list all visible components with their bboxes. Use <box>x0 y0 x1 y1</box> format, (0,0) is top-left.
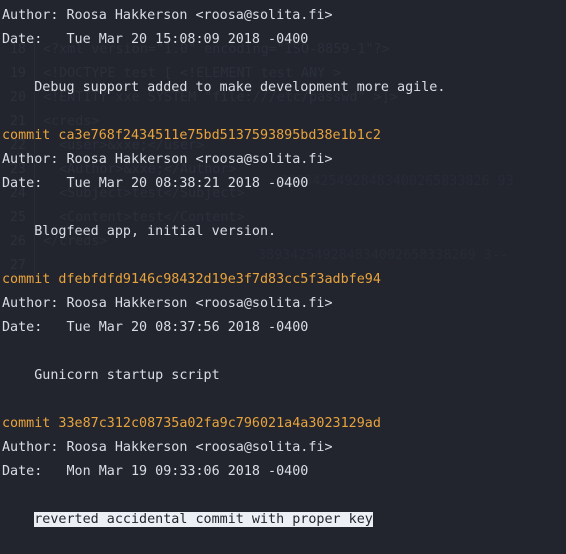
commit-author-line: Author: Roosa Hakkerson <roosa@solita.fi… <box>2 8 333 23</box>
terminal-window[interactable]: 18 <?xml version="1.0" encoding="ISO-8859… <box>0 0 566 554</box>
commit-hash-line: commit 33e87c312c08735a02fa9c796021a4a30… <box>2 416 381 431</box>
commit-date-line: Date: Tue Mar 20 08:37:56 2018 -0400 <box>2 320 309 335</box>
commit-message-line: Blogfeed app, initial version. <box>2 224 277 239</box>
commit-message-line: Gunicorn startup script <box>2 368 220 383</box>
commit-date-line: Date: Tue Mar 20 15:08:09 2018 -0400 <box>2 32 309 47</box>
selected-text[interactable]: reverted accidental commit with proper k… <box>34 512 373 527</box>
commit-author-line: Author: Roosa Hakkerson <roosa@solita.fi… <box>2 440 333 455</box>
commit-message-line: Debug support added to make development … <box>2 80 446 95</box>
commit-author-line: Author: Roosa Hakkerson <roosa@solita.fi… <box>2 152 333 167</box>
commit-date-line: Date: Mon Mar 19 09:33:06 2018 -0400 <box>2 464 309 479</box>
message-indent <box>2 512 34 527</box>
terminal-screen[interactable]: Author: Roosa Hakkerson <roosa@solita.fi… <box>0 0 566 554</box>
commit-hash-line: commit ca3e768f2434511e75bd5137593895bd3… <box>2 128 381 143</box>
commit-author-line: Author: Roosa Hakkerson <roosa@solita.fi… <box>2 296 333 311</box>
commit-message-line-selected: reverted accidental commit with proper k… <box>2 508 566 532</box>
commit-date-line: Date: Tue Mar 20 08:38:21 2018 -0400 <box>2 176 309 191</box>
commit-hash-line: commit dfebfdfd9146c98432d19e3f7d83cc5f3… <box>2 272 381 287</box>
